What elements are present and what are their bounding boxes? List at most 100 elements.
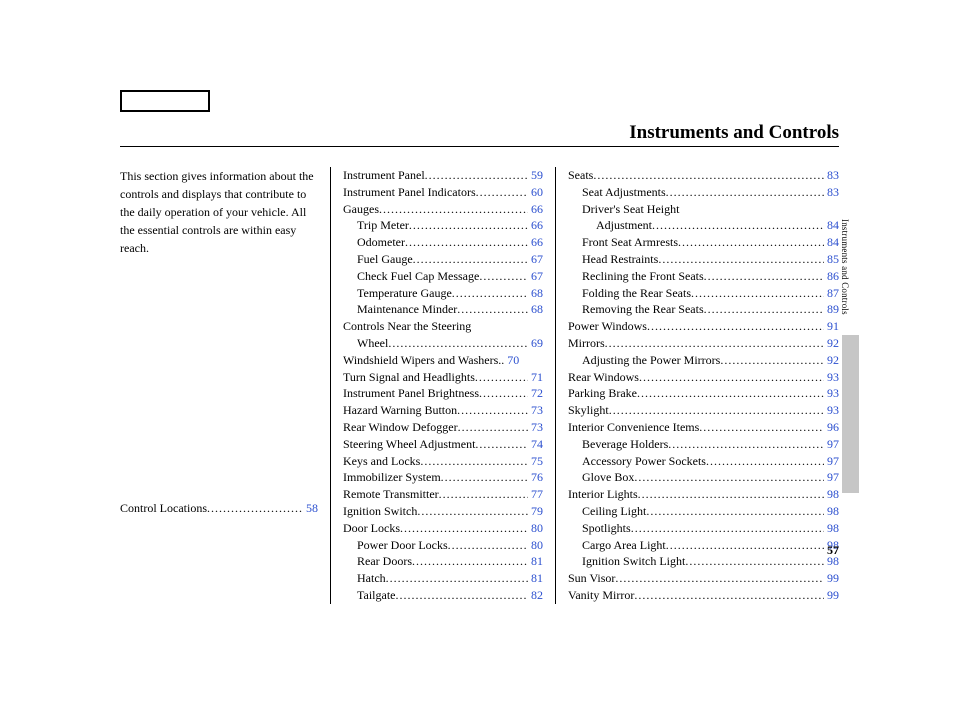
- toc-label: Mirrors: [568, 335, 605, 352]
- toc-entry[interactable]: Keys and Locks75: [343, 453, 543, 470]
- toc-entry[interactable]: Glove Box97: [568, 469, 839, 486]
- toc-entry[interactable]: Skylight93: [568, 402, 839, 419]
- toc-entry[interactable]: Instrument Panel59: [343, 167, 543, 184]
- toc-leader: [452, 285, 528, 297]
- toc-page-number: 81: [528, 553, 543, 570]
- toc-label: Seat Adjustments: [582, 184, 666, 201]
- toc-entry[interactable]: Hatch81: [343, 570, 543, 587]
- toc-entry[interactable]: Immobilizer System76: [343, 469, 543, 486]
- side-tab-bar: [842, 335, 859, 493]
- toc-leader: [639, 369, 824, 381]
- toc-entry[interactable]: Hazard Warning Button73: [343, 402, 543, 419]
- toc-entry[interactable]: Front Seat Armrests84: [568, 234, 839, 251]
- toc-entry[interactable]: Temperature Gauge68: [343, 285, 543, 302]
- toc-entry[interactable]: Tailgate82: [343, 587, 543, 604]
- toc-leader: [439, 486, 528, 498]
- toc-entry[interactable]: Rear Doors81: [343, 553, 543, 570]
- toc-entry[interactable]: Door Locks80: [343, 520, 543, 537]
- toc-entry[interactable]: Ignition Switch Light98: [568, 553, 839, 570]
- toc-leader: [479, 268, 528, 280]
- toc-page-number: 83: [824, 184, 839, 201]
- toc-entry[interactable]: Reclining the Front Seats86: [568, 268, 839, 285]
- toc-page-number: 83: [824, 167, 839, 184]
- toc-page-number: 73: [528, 402, 543, 419]
- toc-entry[interactable]: Power Windows91: [568, 318, 839, 335]
- toc-leader: [605, 335, 824, 347]
- toc-leader: [647, 318, 824, 330]
- toc-entry[interactable]: Instrument Panel Brightness 72: [343, 385, 543, 402]
- toc-leader: [638, 486, 824, 498]
- toc-entry[interactable]: Power Door Locks80: [343, 537, 543, 554]
- page-title: Instruments and Controls: [629, 122, 839, 144]
- toc-page-number: 66: [528, 217, 543, 234]
- toc-page-number: 93: [824, 369, 839, 386]
- column-2: Instrument Panel59Instrument Panel Indic…: [330, 167, 555, 604]
- side-tab-label: Instruments and Controls: [840, 219, 850, 315]
- toc-entry[interactable]: Steering Wheel Adjustment74: [343, 436, 543, 453]
- toc-label: Ignition Switch Light: [582, 553, 685, 570]
- toc-entry[interactable]: Remote Transmitter77: [343, 486, 543, 503]
- toc-entry[interactable]: Controls Near the Steering: [343, 318, 543, 335]
- toc-label: Adjusting the Power Mirrors: [582, 352, 720, 369]
- toc-entry[interactable]: Rear Window Defogger73: [343, 419, 543, 436]
- toc-label: Removing the Rear Seats: [582, 301, 704, 318]
- toc-entry[interactable]: Turn Signal and Headlights71: [343, 369, 543, 386]
- toc-label: Steering Wheel Adjustment: [343, 436, 475, 453]
- toc-leader: [646, 503, 824, 515]
- toc-label: Seats: [568, 167, 593, 184]
- toc-entry[interactable]: Removing the Rear Seats89: [568, 301, 839, 318]
- toc-page-number: 97: [824, 469, 839, 486]
- toc-entry[interactable]: Seats 83: [568, 167, 839, 184]
- toc-entry[interactable]: Vanity Mirror99: [568, 587, 839, 604]
- toc-page-number: 69: [528, 335, 543, 352]
- toc-page-number: 75: [528, 453, 543, 470]
- toc-entry[interactable]: Seat Adjustments 83: [568, 184, 839, 201]
- toc-page-number: 80: [528, 520, 543, 537]
- toc-label: Vanity Mirror: [568, 587, 634, 604]
- toc-leader: [400, 520, 528, 532]
- toc-label: Fuel Gauge: [357, 251, 413, 268]
- toc-page-number: 72: [528, 385, 543, 402]
- toc-leader: [425, 167, 528, 179]
- toc-entry[interactable]: Gauges66: [343, 201, 543, 218]
- toc-entry[interactable]: Interior Lights98: [568, 486, 839, 503]
- toc-entry[interactable]: Instrument Panel Indicators60: [343, 184, 543, 201]
- toc-label: Instrument Panel Brightness: [343, 385, 479, 402]
- toc-page-number: 66: [528, 234, 543, 251]
- toc-entry[interactable]: Interior Convenience Items96: [568, 419, 839, 436]
- toc-entry[interactable]: Mirrors92: [568, 335, 839, 352]
- toc-entry[interactable]: Fuel Gauge67: [343, 251, 543, 268]
- toc-entry[interactable]: Sun Visor99: [568, 570, 839, 587]
- toc-entry[interactable]: Rear Windows93: [568, 369, 839, 386]
- toc-entry[interactable]: Maintenance Minder68: [343, 301, 543, 318]
- toc-entry[interactable]: Folding the Rear Seats87: [568, 285, 839, 302]
- toc-label: Hatch: [357, 570, 386, 587]
- toc-entry[interactable]: Ceiling Light98: [568, 503, 839, 520]
- toc-page-number: 68: [528, 301, 543, 318]
- toc-entry[interactable]: Adjusting the Power Mirrors92: [568, 352, 839, 369]
- toc-label: Check Fuel Cap Message: [357, 268, 479, 285]
- toc-entry[interactable]: Ignition Switch79: [343, 503, 543, 520]
- toc-entry[interactable]: Driver's Seat Height: [568, 201, 839, 218]
- toc-entry[interactable]: Spotlights98: [568, 520, 839, 537]
- column-1: This section gives information about the…: [120, 167, 330, 517]
- toc-entry[interactable]: Odometer66: [343, 234, 543, 251]
- toc-entry[interactable]: Cargo Area Light98: [568, 537, 839, 554]
- toc-page-number: 85: [824, 251, 839, 268]
- toc-leader: [395, 587, 528, 599]
- toc-entry[interactable]: Trip Meter66: [343, 217, 543, 234]
- toc-entry[interactable]: Parking Brake93: [568, 385, 839, 402]
- toc-entry-continuation[interactable]: Adjustment84: [568, 217, 839, 234]
- toc-entry[interactable]: Head Restraints85: [568, 251, 839, 268]
- toc-entry[interactable]: Windshield Wipers and Washers .. 70: [343, 352, 543, 369]
- toc-leader: [412, 553, 528, 565]
- toc-entry-continuation[interactable]: Wheel69: [343, 335, 543, 352]
- toc-entry[interactable]: Check Fuel Cap Message67: [343, 268, 543, 285]
- toc-leader: [637, 385, 824, 397]
- toc-entry[interactable]: Beverage Holders97: [568, 436, 839, 453]
- toc-entry[interactable]: Accessory Power Sockets97: [568, 453, 839, 470]
- toc-label: Interior Convenience Items: [568, 419, 699, 436]
- toc-entry[interactable]: Control Locations 58: [120, 500, 318, 517]
- toc-page-number: 79: [528, 503, 543, 520]
- toc-label: Adjustment: [596, 217, 652, 234]
